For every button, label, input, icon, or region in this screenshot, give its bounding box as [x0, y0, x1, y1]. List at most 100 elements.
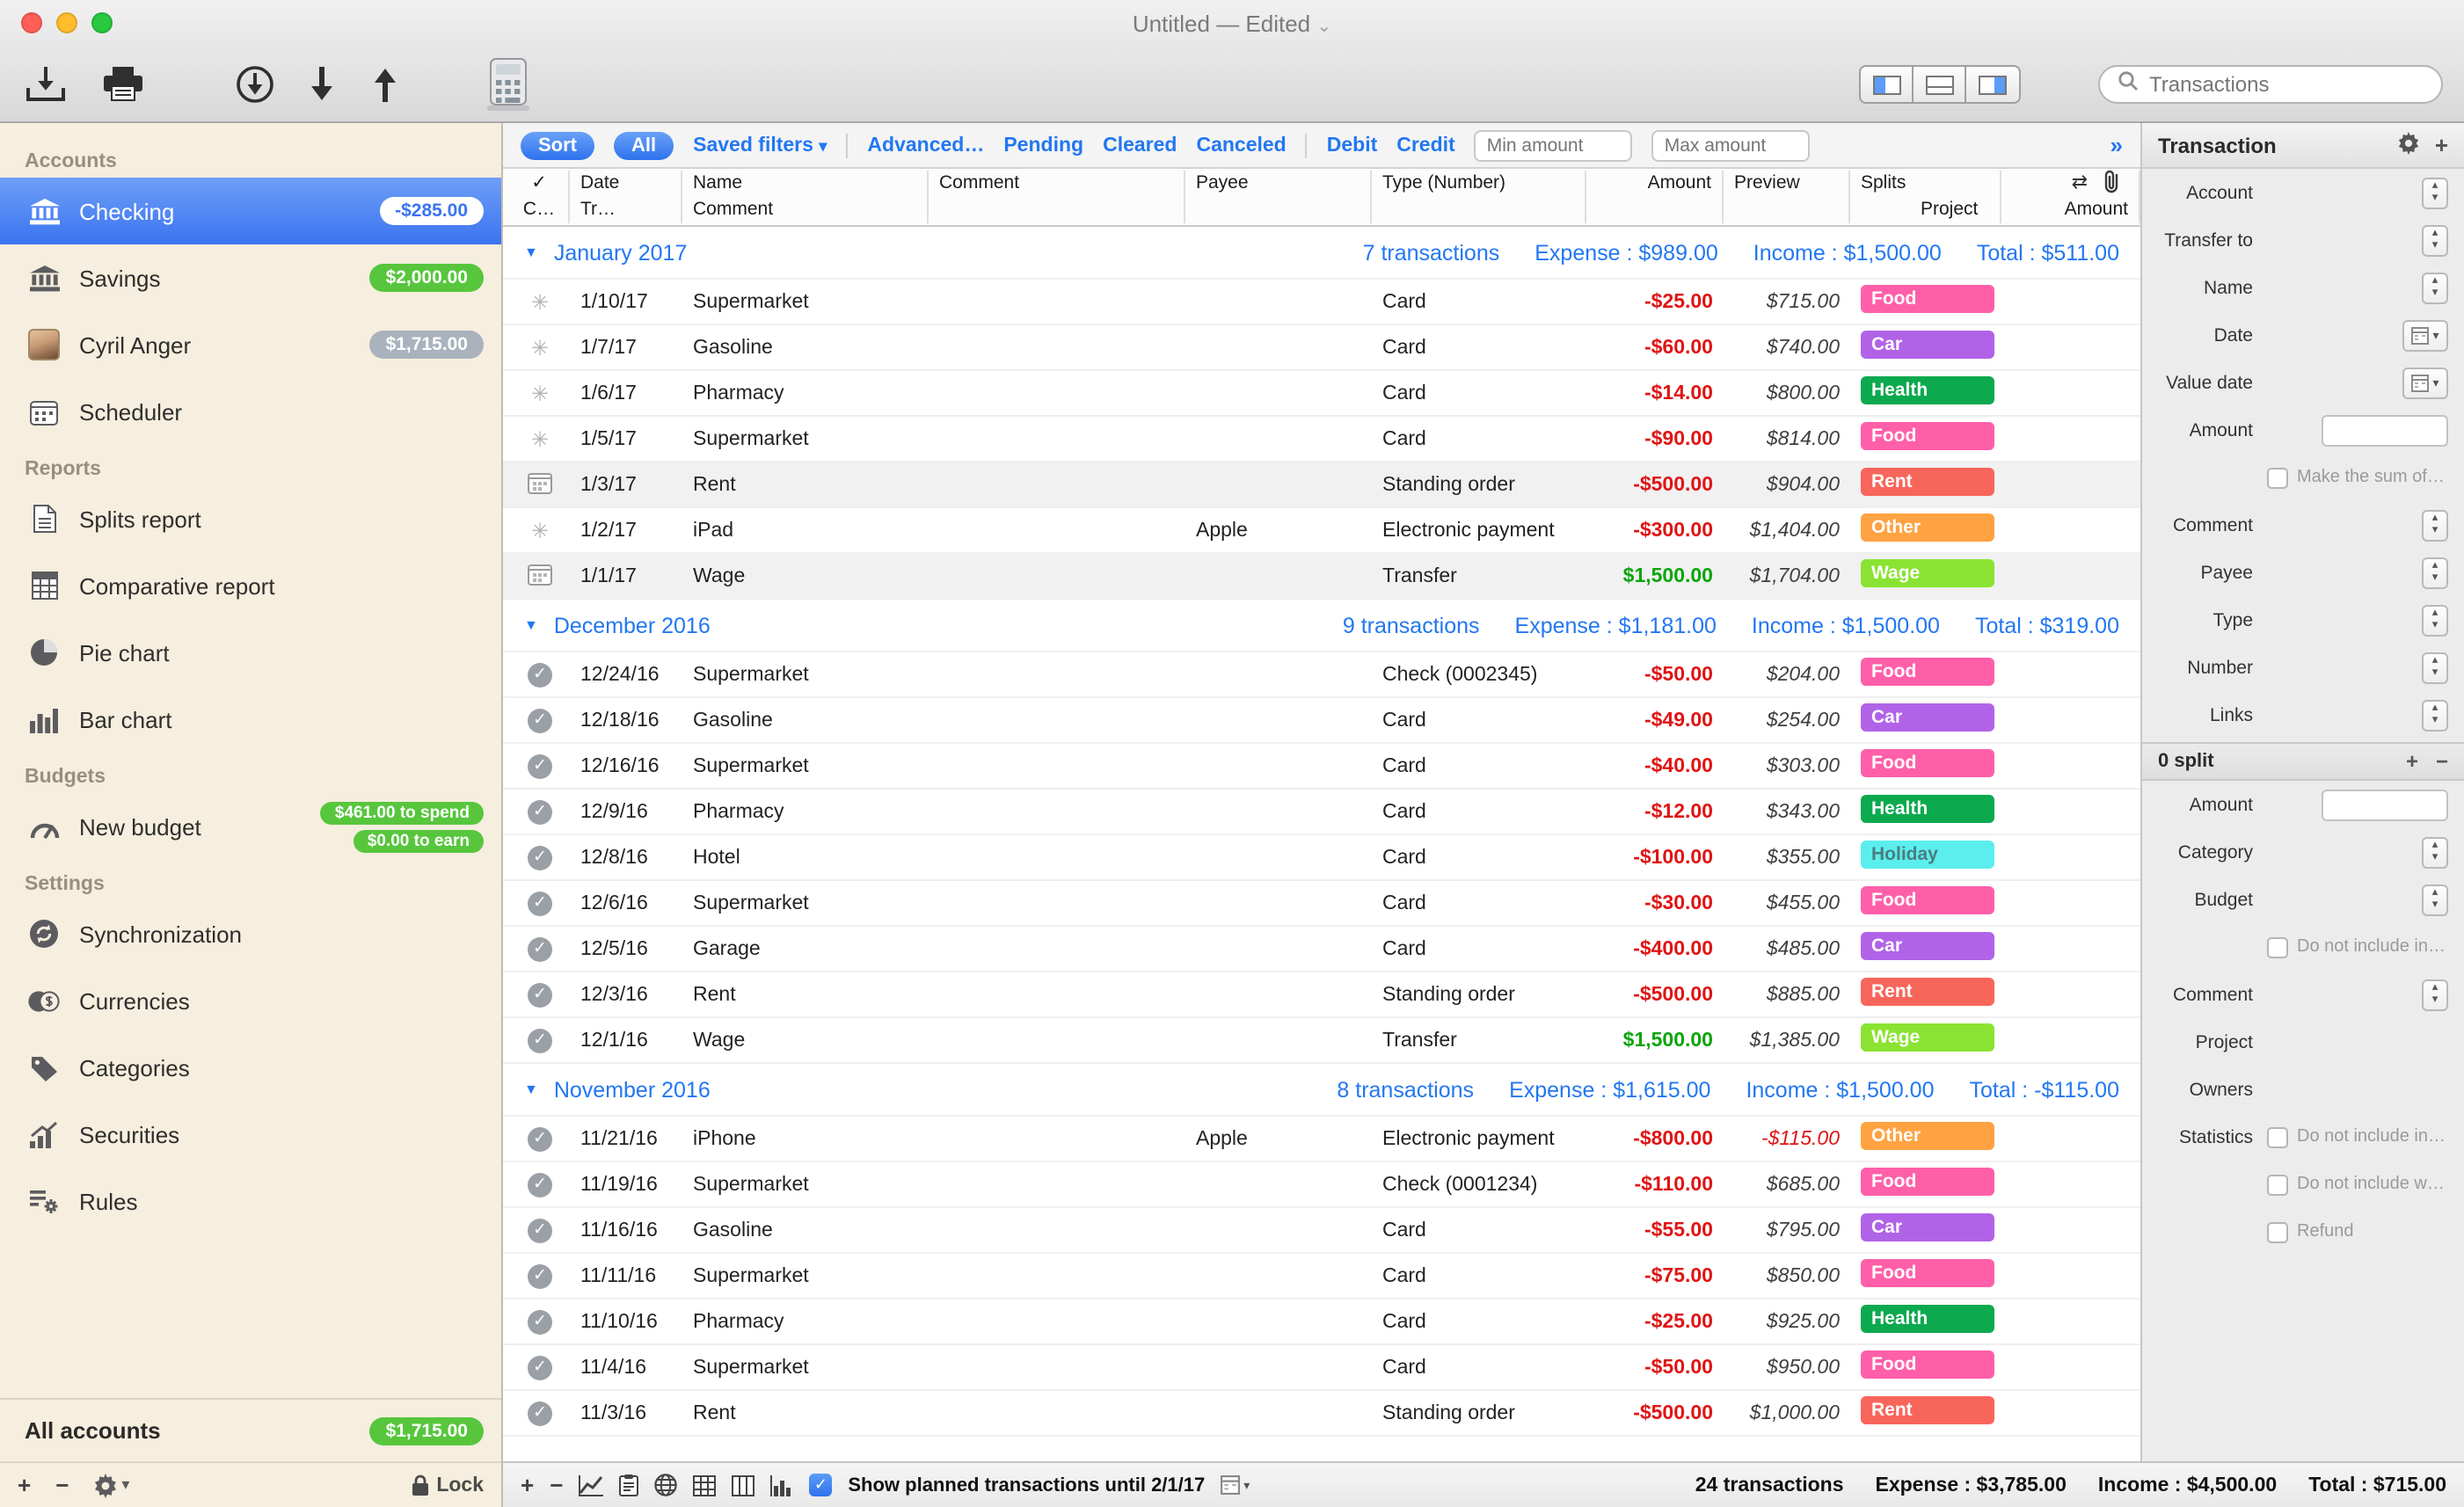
combo-dropdown-control[interactable]: ▴▾: [2422, 557, 2448, 588]
date-picker-control[interactable]: ▾: [2402, 319, 2448, 351]
arrow-up-icon[interactable]: [369, 67, 401, 102]
toggle-right-panel-button[interactable]: [1966, 67, 2019, 102]
sidebar-item-synchronization[interactable]: Synchronization: [0, 900, 501, 967]
group-header-january-2017[interactable]: ▼January 20177 transactionsExpense : $98…: [503, 227, 2140, 280]
expand-filters-button[interactable]: »: [2110, 132, 2123, 158]
combo-dropdown-control[interactable]: ▴▾: [2422, 979, 2448, 1010]
remove-split-button[interactable]: −: [2436, 749, 2448, 774]
checkbox[interactable]: [2267, 1126, 2288, 1147]
header-amount-2[interactable]: Amount: [2001, 197, 2140, 223]
stepper-control[interactable]: ▴▾: [2422, 177, 2448, 208]
toggle-bottom-panel-button[interactable]: [1914, 67, 1966, 102]
category-tag[interactable]: Food: [1861, 1259, 1994, 1287]
sidebar-item-currencies[interactable]: Currencies: [0, 967, 501, 1034]
transaction-row[interactable]: ✓12/18/16GasolineCard-$49.00$254.00Car: [503, 698, 2140, 744]
line-chart-icon[interactable]: [579, 1474, 603, 1496]
group-header-december-2016[interactable]: ▼December 20169 transactionsExpense : $1…: [503, 600, 2140, 652]
add-account-button[interactable]: +: [18, 1472, 31, 1498]
sidebar-item-scheduler[interactable]: Scheduler: [0, 378, 501, 445]
sidebar-action-menu[interactable]: ▾: [93, 1473, 129, 1497]
group-header-november-2016[interactable]: ▼November 20168 transactionsExpense : $1…: [503, 1064, 2140, 1117]
combo-dropdown-control[interactable]: ▴▾: [2422, 699, 2448, 731]
min-amount-input[interactable]: [1475, 129, 1633, 161]
add-transaction-button[interactable]: +: [521, 1472, 534, 1498]
combo-dropdown-control[interactable]: ▴▾: [2422, 509, 2448, 541]
print-icon[interactable]: [102, 67, 144, 102]
transaction-row[interactable]: ✓11/19/16SupermarketCheck (0001234)-$110…: [503, 1162, 2140, 1208]
sidebar-item-categories[interactable]: Categories: [0, 1034, 501, 1101]
sort-button[interactable]: Sort: [521, 131, 594, 159]
planned-date-picker[interactable]: ▾: [1221, 1475, 1250, 1495]
category-tag[interactable]: Other: [1861, 513, 1994, 542]
combo-dropdown-control[interactable]: ▴▾: [2422, 652, 2448, 683]
header-check[interactable]: ✓: [510, 171, 570, 197]
transaction-row[interactable]: 1/1/17WageTransfer$1,500.00$1,704.00Wage: [503, 554, 2140, 600]
import-icon[interactable]: [25, 67, 67, 102]
transaction-row[interactable]: ✓12/6/16SupermarketCard-$30.00$455.00Foo…: [503, 881, 2140, 927]
header-payee[interactable]: Payee: [1185, 171, 1372, 197]
category-tag[interactable]: Food: [1861, 658, 1994, 686]
inspector-add-icon[interactable]: +: [2435, 132, 2448, 158]
transaction-row[interactable]: ✓12/16/16SupermarketCard-$40.00$303.00Fo…: [503, 744, 2140, 790]
close-window-button[interactable]: [21, 12, 42, 33]
saved-filters-dropdown[interactable]: Saved filters ▾: [693, 135, 827, 156]
header-preview[interactable]: Preview: [1724, 171, 1850, 197]
disclosure-triangle-icon[interactable]: ▼: [524, 244, 538, 260]
advanced-filter-link[interactable]: Advanced…: [867, 135, 984, 156]
transaction-row[interactable]: 1/3/17RentStanding order-$500.00$904.00R…: [503, 462, 2140, 508]
debit-filter-link[interactable]: Debit: [1327, 135, 1378, 156]
category-tag[interactable]: Rent: [1861, 468, 1994, 496]
text-field[interactable]: [2322, 414, 2448, 446]
category-tag[interactable]: Health: [1861, 795, 1994, 823]
checkbox[interactable]: [2267, 936, 2288, 957]
search-field[interactable]: [2098, 65, 2443, 104]
minimize-window-button[interactable]: [56, 12, 77, 33]
stepper-control[interactable]: ▴▾: [2422, 836, 2448, 868]
title-dropdown-icon[interactable]: ⌄: [1316, 18, 1331, 37]
header-comment[interactable]: Comment: [929, 171, 1185, 197]
transaction-row[interactable]: ✓11/3/16RentStanding order-$500.00$1,000…: [503, 1391, 2140, 1437]
header-comment-2[interactable]: Comment: [682, 197, 929, 223]
attachment-icon[interactable]: [2102, 171, 2121, 197]
transaction-row[interactable]: ✳1/6/17PharmacyCard-$14.00$800.00Health: [503, 371, 2140, 417]
checkbox[interactable]: [2267, 467, 2288, 488]
transaction-row[interactable]: ✳1/7/17GasolineCard-$60.00$740.00Car: [503, 325, 2140, 371]
bar-chart-icon[interactable]: [770, 1474, 793, 1496]
pending-filter-link[interactable]: Pending: [1003, 135, 1083, 156]
combo-dropdown-control[interactable]: ▴▾: [2422, 604, 2448, 636]
transaction-row[interactable]: ✳1/2/17iPadAppleElectronic payment-$300.…: [503, 508, 2140, 554]
lock-button[interactable]: Lock: [412, 1474, 484, 1496]
category-tag[interactable]: Wage: [1861, 1023, 1994, 1052]
checkbox[interactable]: [2267, 1174, 2288, 1195]
sidebar-item-rules[interactable]: Rules: [0, 1168, 501, 1234]
category-tag[interactable]: Wage: [1861, 559, 1994, 587]
category-tag[interactable]: Holiday: [1861, 841, 1994, 869]
globe-icon[interactable]: [654, 1474, 677, 1496]
transaction-row[interactable]: ✓11/4/16SupermarketCard-$50.00$950.00Foo…: [503, 1345, 2140, 1391]
disclosure-triangle-icon[interactable]: ▼: [524, 617, 538, 633]
category-tag[interactable]: Food: [1861, 1168, 1994, 1196]
category-tag[interactable]: Car: [1861, 331, 1994, 359]
table-view-icon[interactable]: [693, 1474, 716, 1496]
header-date[interactable]: Date: [570, 171, 682, 197]
text-field[interactable]: [2322, 789, 2448, 820]
search-input[interactable]: [2149, 72, 2413, 97]
inspector-gear-icon[interactable]: [2398, 131, 2421, 159]
category-tag[interactable]: Health: [1861, 376, 1994, 404]
sidebar-item-cyril-anger[interactable]: Cyril Anger$1,715.00: [0, 311, 501, 378]
category-tag[interactable]: Food: [1861, 422, 1994, 450]
canceled-filter-link[interactable]: Canceled: [1196, 135, 1286, 156]
category-tag[interactable]: Car: [1861, 1213, 1994, 1241]
category-tag[interactable]: Car: [1861, 703, 1994, 732]
category-tag[interactable]: Rent: [1861, 978, 1994, 1006]
sidebar-item-comparative-report[interactable]: Comparative report: [0, 552, 501, 619]
stepper-control[interactable]: ▴▾: [2422, 224, 2448, 256]
transaction-row[interactable]: ✓11/10/16PharmacyCard-$25.00$925.00Healt…: [503, 1300, 2140, 1345]
sidebar-item-bar-chart[interactable]: Bar chart: [0, 686, 501, 753]
transaction-row[interactable]: ✳1/5/17SupermarketCard-$90.00$814.00Food: [503, 417, 2140, 462]
category-tag[interactable]: Other: [1861, 1122, 1994, 1150]
toggle-left-panel-button[interactable]: [1861, 67, 1914, 102]
checkbox[interactable]: [2267, 1221, 2288, 1242]
sidebar-item-securities[interactable]: Securities: [0, 1101, 501, 1168]
stepper-control[interactable]: ▴▾: [2422, 884, 2448, 915]
